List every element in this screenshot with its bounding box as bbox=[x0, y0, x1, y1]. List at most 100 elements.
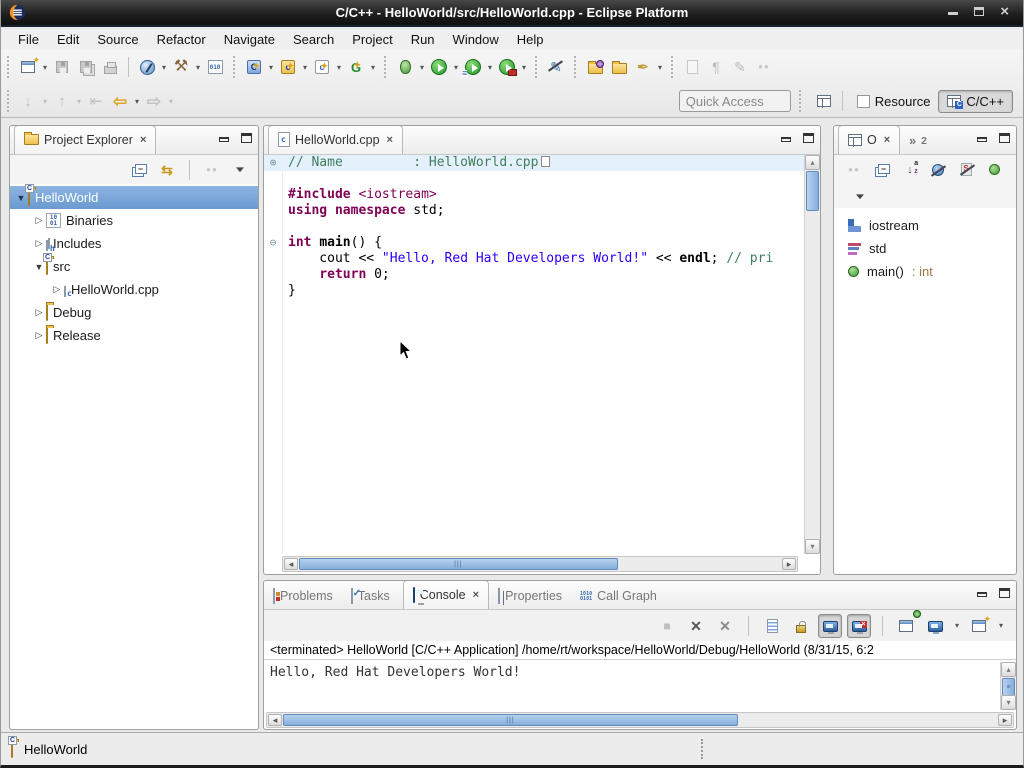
new-wizard-button[interactable] bbox=[16, 55, 40, 79]
new-make-target-dropdown[interactable]: ▾ bbox=[368, 55, 378, 79]
save-all-button[interactable] bbox=[74, 55, 98, 79]
show-stdout-button[interactable] bbox=[818, 614, 842, 638]
code-editor-area[interactable]: ⊕// Name : HelloWorld.cpp#include <iostr… bbox=[264, 155, 804, 554]
tab-project-explorer[interactable]: Project Explorer × bbox=[14, 125, 156, 154]
folded-region-box[interactable] bbox=[541, 156, 550, 167]
maximize-view-button[interactable] bbox=[241, 133, 252, 143]
collapse-all-button[interactable]: − bbox=[127, 158, 151, 182]
show-whitespace-button[interactable]: ¶ bbox=[704, 55, 728, 79]
remove-launch-button[interactable]: ✕ bbox=[684, 614, 708, 638]
scroll-down-button[interactable]: ▾ bbox=[805, 539, 820, 554]
last-edit-button[interactable] bbox=[680, 55, 704, 79]
back-dropdown[interactable]: ▾ bbox=[132, 89, 142, 113]
tab-outline[interactable]: O × bbox=[838, 125, 900, 154]
search-button[interactable]: ✒ bbox=[631, 55, 655, 79]
clear-console-button[interactable] bbox=[760, 614, 784, 638]
perspective-resource-button[interactable]: Resource bbox=[849, 91, 939, 112]
forward-dropdown[interactable]: ▾ bbox=[166, 89, 176, 113]
tab-console[interactable]: Console× bbox=[403, 580, 489, 609]
new-class-dropdown[interactable]: ▾ bbox=[266, 55, 276, 79]
console-vscroll-thumb[interactable]: ≡ bbox=[1002, 678, 1015, 696]
editor-hscroll-thumb[interactable]: ||| bbox=[299, 558, 618, 570]
outline-items[interactable]: iostreamstdmain() : int bbox=[834, 208, 1016, 283]
scroll-right-button[interactable]: ▸ bbox=[782, 558, 796, 570]
minimize-view-button[interactable] bbox=[977, 137, 987, 142]
chevron-right-icon[interactable]: ▷ bbox=[32, 330, 46, 341]
scroll-up-button[interactable]: ▴ bbox=[1001, 662, 1016, 677]
menu-refactor[interactable]: Refactor bbox=[148, 30, 215, 49]
new-make-target-button[interactable]: G bbox=[344, 55, 368, 79]
fold-minus-icon[interactable]: ⊖ bbox=[266, 235, 280, 251]
collapse-all-button[interactable]: − bbox=[870, 158, 894, 182]
tab-properties[interactable]: Properties bbox=[489, 584, 571, 609]
back-button[interactable]: ⇦ bbox=[108, 89, 132, 113]
outline-item-main[interactable]: main() : int bbox=[834, 260, 1016, 283]
scroll-left-button[interactable]: ◂ bbox=[268, 714, 282, 726]
run-dropdown[interactable]: ▾ bbox=[451, 55, 461, 79]
target-button[interactable] bbox=[135, 55, 159, 79]
console-horizontal-scrollbar[interactable]: ◂ ||| ▸ bbox=[266, 712, 1014, 728]
fold-plus-icon[interactable]: ⊕ bbox=[266, 155, 280, 171]
maximize-view-button[interactable] bbox=[999, 133, 1010, 143]
hide-static-button[interactable]: S bbox=[954, 158, 978, 182]
open-console-button[interactable] bbox=[967, 614, 991, 638]
menu-navigate[interactable]: Navigate bbox=[215, 30, 284, 49]
chevron-down-icon[interactable]: ▼ bbox=[14, 193, 28, 203]
new-source-file-button[interactable]: c bbox=[310, 55, 334, 79]
tab-helloworld-cpp[interactable]: c HelloWorld.cpp × bbox=[268, 125, 403, 154]
minimize-view-button[interactable] bbox=[781, 137, 791, 142]
console-vertical-scrollbar[interactable]: ▴ ≡ ▾ bbox=[1000, 662, 1016, 710]
close-icon[interactable]: × bbox=[140, 134, 146, 146]
menu-search[interactable]: Search bbox=[284, 30, 343, 49]
focus-button[interactable]: ●● bbox=[752, 55, 776, 79]
run-history-dropdown[interactable]: ▾ bbox=[485, 55, 495, 79]
menu-window[interactable]: Window bbox=[444, 30, 508, 49]
chevron-down-icon[interactable]: ▼ bbox=[32, 262, 46, 272]
last-edit-location-button[interactable]: ⇤ bbox=[84, 89, 108, 113]
scroll-left-button[interactable]: ◂ bbox=[284, 558, 298, 570]
remove-all-terminated-button[interactable]: ✕ bbox=[713, 614, 737, 638]
perspective-cpp-button[interactable]: C C/C++ bbox=[938, 90, 1013, 113]
scroll-up-button[interactable]: ▴ bbox=[805, 155, 820, 170]
tree-item-includes[interactable]: ▷hIncludes bbox=[10, 232, 258, 255]
new-class-button[interactable]: C bbox=[242, 55, 266, 79]
console-output[interactable]: Hello, Red Hat Developers World! bbox=[264, 662, 1000, 710]
view-menu-button[interactable]: ▼ bbox=[228, 158, 252, 182]
scroll-down-button[interactable]: ▾ bbox=[1001, 695, 1016, 710]
tree-item-helloworld[interactable]: ▼CHelloWorld bbox=[10, 186, 258, 209]
outline-item-std[interactable]: std bbox=[834, 237, 1016, 260]
view-stack-more[interactable]: »2 bbox=[900, 129, 936, 154]
terminate-button[interactable]: ■ bbox=[655, 614, 679, 638]
run-history-button[interactable] bbox=[461, 55, 485, 79]
debug-button[interactable] bbox=[393, 55, 417, 79]
build-dropdown[interactable]: ▾ bbox=[193, 55, 203, 79]
open-type-button[interactable] bbox=[583, 55, 607, 79]
open-console-dropdown[interactable]: ▾ bbox=[996, 614, 1006, 638]
scroll-right-button[interactable]: ▸ bbox=[998, 714, 1012, 726]
display-selected-console-button[interactable] bbox=[923, 614, 947, 638]
save-button[interactable] bbox=[50, 55, 74, 79]
close-icon[interactable]: × bbox=[884, 134, 890, 146]
tab-tasks[interactable]: ✓Tasks bbox=[342, 584, 399, 609]
toggle-mark-occurrences-button[interactable]: ✎ bbox=[544, 55, 568, 79]
tree-item-debug[interactable]: ▷Debug bbox=[10, 301, 258, 324]
tab-problems[interactable]: Problems bbox=[264, 584, 342, 609]
display-console-dropdown[interactable]: ▾ bbox=[952, 614, 962, 638]
menu-source[interactable]: Source bbox=[88, 30, 147, 49]
maximize-view-button[interactable] bbox=[803, 133, 814, 143]
hide-fields-button[interactable] bbox=[926, 158, 950, 182]
build-all-button[interactable]: ⚒ bbox=[169, 55, 193, 79]
forward-button[interactable]: ⇨ bbox=[142, 89, 166, 113]
open-perspective-button[interactable] bbox=[812, 89, 836, 113]
tree-item-src[interactable]: ▼Csrc bbox=[10, 255, 258, 278]
window-minimize-button[interactable] bbox=[948, 11, 958, 15]
minimize-view-button[interactable] bbox=[219, 137, 229, 142]
chevron-right-icon[interactable]: ▷ bbox=[32, 215, 46, 226]
menu-help[interactable]: Help bbox=[508, 30, 553, 49]
tree-item-helloworld-cpp[interactable]: ▷cHelloWorld.cpp bbox=[10, 278, 258, 301]
chevron-right-icon[interactable]: ▷ bbox=[50, 284, 64, 295]
focus-button[interactable]: ●● bbox=[842, 158, 866, 182]
debug-dropdown[interactable]: ▾ bbox=[417, 55, 427, 79]
chevron-right-icon[interactable]: ▷ bbox=[32, 238, 46, 249]
hide-non-public-button[interactable] bbox=[982, 158, 1006, 182]
